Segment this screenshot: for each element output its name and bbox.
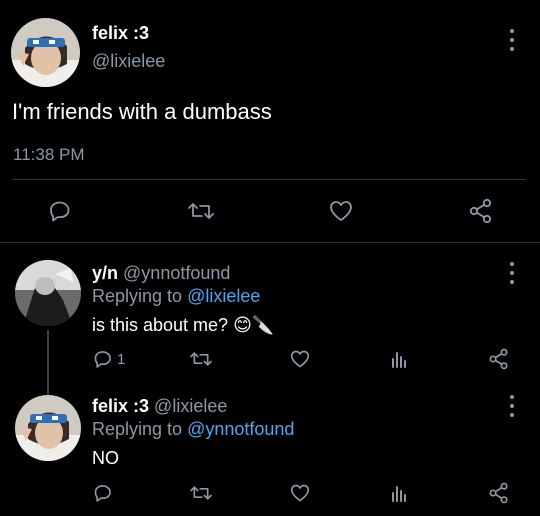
retweet-icon[interactable]: [189, 348, 213, 370]
retweet-icon[interactable]: [186, 197, 216, 225]
reply-icon[interactable]: [46, 197, 74, 225]
tweet-timestamp[interactable]: 11:38 PM: [13, 145, 85, 165]
share-icon[interactable]: [487, 347, 511, 371]
mention-link[interactable]: @ynnotfound: [187, 419, 294, 439]
heart-icon[interactable]: [288, 348, 312, 370]
share-icon[interactable]: [487, 481, 511, 505]
handle[interactable]: @lixielee: [92, 51, 165, 72]
thread-line: [47, 330, 49, 396]
share-icon[interactable]: [467, 196, 495, 226]
retweet-icon[interactable]: [189, 482, 213, 504]
reply-icon[interactable]: [92, 348, 114, 370]
replying-to: Replying to @ynnotfound: [92, 419, 294, 440]
reply-count: 1: [117, 351, 126, 368]
mention-link[interactable]: @lixielee: [187, 286, 260, 306]
heart-icon[interactable]: [288, 482, 312, 504]
reply-header: felix :3 @lixielee: [92, 396, 227, 417]
avatar[interactable]: [15, 395, 81, 461]
handle[interactable]: @ynnotfound: [123, 263, 230, 283]
display-name[interactable]: y/n: [92, 263, 118, 283]
avatar[interactable]: [15, 260, 81, 326]
more-vertical-icon[interactable]: [509, 29, 515, 51]
divider: [12, 179, 526, 180]
reply-header: y/n @ynnotfound: [92, 263, 230, 284]
tweet-text: is this about me? 😊🔪: [92, 315, 275, 335]
avatar[interactable]: [11, 18, 80, 87]
divider: [0, 242, 540, 243]
tweet-text: I'm friends with a dumbass: [12, 99, 272, 124]
handle[interactable]: @lixielee: [154, 396, 227, 416]
reply-icon[interactable]: [92, 482, 114, 504]
tweet-text: NO: [92, 448, 119, 468]
more-vertical-icon[interactable]: [509, 262, 515, 284]
more-vertical-icon[interactable]: [509, 395, 515, 417]
heart-icon[interactable]: [327, 197, 355, 225]
display-name[interactable]: felix :3: [92, 23, 149, 44]
analytics-icon[interactable]: [388, 482, 410, 504]
replying-to-label: Replying to: [92, 419, 183, 439]
replying-to-label: Replying to: [92, 286, 183, 306]
replying-to: Replying to @lixielee: [92, 286, 260, 307]
display-name[interactable]: felix :3: [92, 396, 149, 416]
analytics-icon[interactable]: [388, 348, 410, 370]
